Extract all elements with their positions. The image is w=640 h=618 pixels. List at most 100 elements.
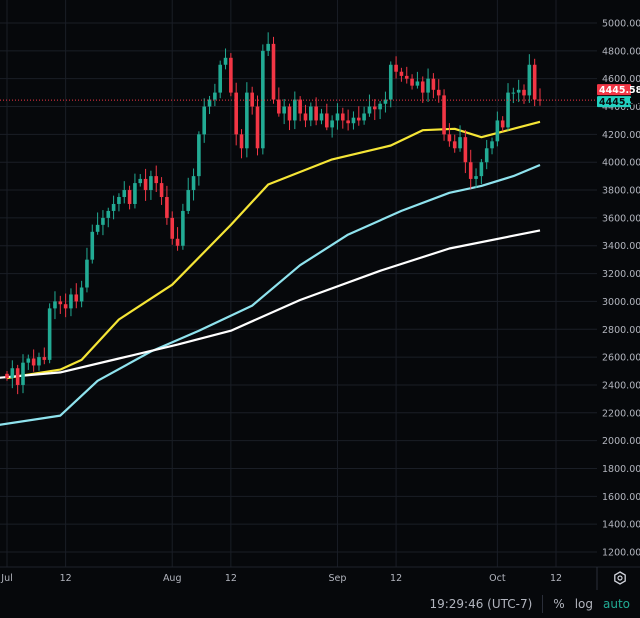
candle-body bbox=[415, 81, 420, 86]
time-tick-label: Jul bbox=[0, 573, 12, 584]
candle-body bbox=[314, 106, 318, 121]
candle bbox=[490, 137, 494, 155]
candle bbox=[58, 295, 63, 314]
price-chart[interactable]: 5000.004800.004600.004400.004200.004000.… bbox=[0, 0, 640, 590]
divider bbox=[542, 595, 544, 613]
candle bbox=[447, 123, 452, 147]
candle bbox=[159, 177, 164, 205]
time-axis[interactable]: Jul 12 Aug 12 Sep 12 Oct 12 bbox=[0, 573, 562, 584]
ma-line bbox=[0, 229, 541, 379]
candle-body bbox=[362, 113, 366, 121]
chart-settings-gear-icon[interactable] bbox=[614, 571, 626, 585]
candle-body bbox=[436, 89, 441, 96]
candle-body bbox=[250, 92, 254, 107]
candle bbox=[261, 44, 265, 155]
candle bbox=[239, 129, 244, 159]
candle bbox=[117, 193, 121, 212]
candle bbox=[149, 170, 153, 200]
clock-timezone[interactable]: 19:29:46 (UTC-7) bbox=[429, 597, 532, 611]
candle-body bbox=[95, 224, 100, 232]
price-tick-label: 3600.00 bbox=[602, 213, 640, 224]
candle-body bbox=[202, 106, 207, 135]
candle bbox=[495, 111, 500, 147]
candle-body bbox=[133, 183, 137, 204]
status-bar: 19:29:46 (UTC-7) % log auto bbox=[0, 590, 640, 618]
candle-body bbox=[218, 64, 222, 93]
candle bbox=[207, 95, 212, 115]
candle-body bbox=[500, 120, 505, 128]
candle-body bbox=[47, 308, 52, 360]
candle-body bbox=[516, 89, 521, 93]
candle-body bbox=[223, 57, 228, 65]
candle bbox=[85, 247, 89, 293]
candle-body bbox=[506, 92, 510, 128]
candle bbox=[394, 56, 398, 79]
candle-body bbox=[351, 117, 356, 124]
price-tick-label: 3200.00 bbox=[602, 269, 640, 280]
candle bbox=[378, 100, 382, 120]
candle bbox=[277, 87, 281, 117]
candle-body bbox=[378, 103, 382, 110]
candle bbox=[186, 177, 191, 214]
price-tick-label: 1200.00 bbox=[602, 548, 640, 559]
auto-scale-toggle[interactable]: auto bbox=[603, 597, 630, 611]
candle-body bbox=[154, 176, 159, 184]
candle-body bbox=[42, 357, 47, 360]
candle bbox=[516, 79, 521, 103]
candle bbox=[522, 84, 526, 104]
candle bbox=[266, 32, 270, 56]
time-tick-label: Aug bbox=[163, 573, 182, 584]
candle bbox=[15, 364, 20, 395]
candle-body bbox=[458, 137, 462, 149]
candle bbox=[372, 99, 377, 121]
candle bbox=[154, 165, 159, 193]
candle bbox=[362, 106, 366, 125]
candle-body bbox=[170, 217, 175, 239]
candle bbox=[191, 168, 196, 201]
candle bbox=[101, 210, 105, 236]
candle-body bbox=[479, 162, 484, 177]
candle-body bbox=[447, 134, 452, 142]
candle bbox=[431, 73, 436, 99]
candle bbox=[404, 66, 409, 84]
candle-body bbox=[463, 137, 468, 163]
candle bbox=[170, 211, 175, 245]
candle-body bbox=[319, 113, 324, 121]
candle-body bbox=[388, 64, 393, 100]
candle-body bbox=[106, 210, 111, 218]
candle bbox=[479, 159, 484, 185]
candle bbox=[229, 53, 233, 97]
candle-body bbox=[442, 95, 446, 135]
candle-body bbox=[149, 176, 153, 191]
candle bbox=[165, 185, 169, 225]
candle-body bbox=[122, 190, 127, 198]
percent-scale-toggle[interactable]: % bbox=[553, 597, 564, 611]
candle-body bbox=[159, 183, 164, 198]
candle-body bbox=[245, 92, 249, 149]
candle-body bbox=[90, 231, 95, 260]
candle bbox=[463, 129, 468, 174]
candle bbox=[500, 116, 505, 132]
candle bbox=[410, 74, 414, 90]
candle-body bbox=[186, 190, 191, 211]
candle-body bbox=[79, 287, 84, 302]
candle-body bbox=[197, 134, 201, 177]
candle-body bbox=[10, 368, 15, 378]
price-tick-label: 4200.00 bbox=[602, 130, 640, 141]
candle bbox=[47, 303, 52, 364]
candle bbox=[197, 131, 201, 186]
log-scale-toggle[interactable]: log bbox=[575, 597, 593, 611]
time-tick-label: 12 bbox=[550, 573, 562, 584]
candle bbox=[218, 60, 222, 99]
candle bbox=[420, 76, 425, 103]
candle bbox=[143, 168, 148, 201]
candle-body bbox=[325, 113, 329, 128]
candle-body bbox=[255, 106, 260, 149]
price-tick-label: 4800.00 bbox=[602, 46, 640, 57]
candle bbox=[314, 97, 318, 126]
candle-body bbox=[26, 358, 31, 363]
candle-body bbox=[287, 106, 292, 121]
candle bbox=[122, 181, 127, 204]
candle bbox=[42, 347, 47, 365]
candle-body bbox=[410, 78, 414, 86]
